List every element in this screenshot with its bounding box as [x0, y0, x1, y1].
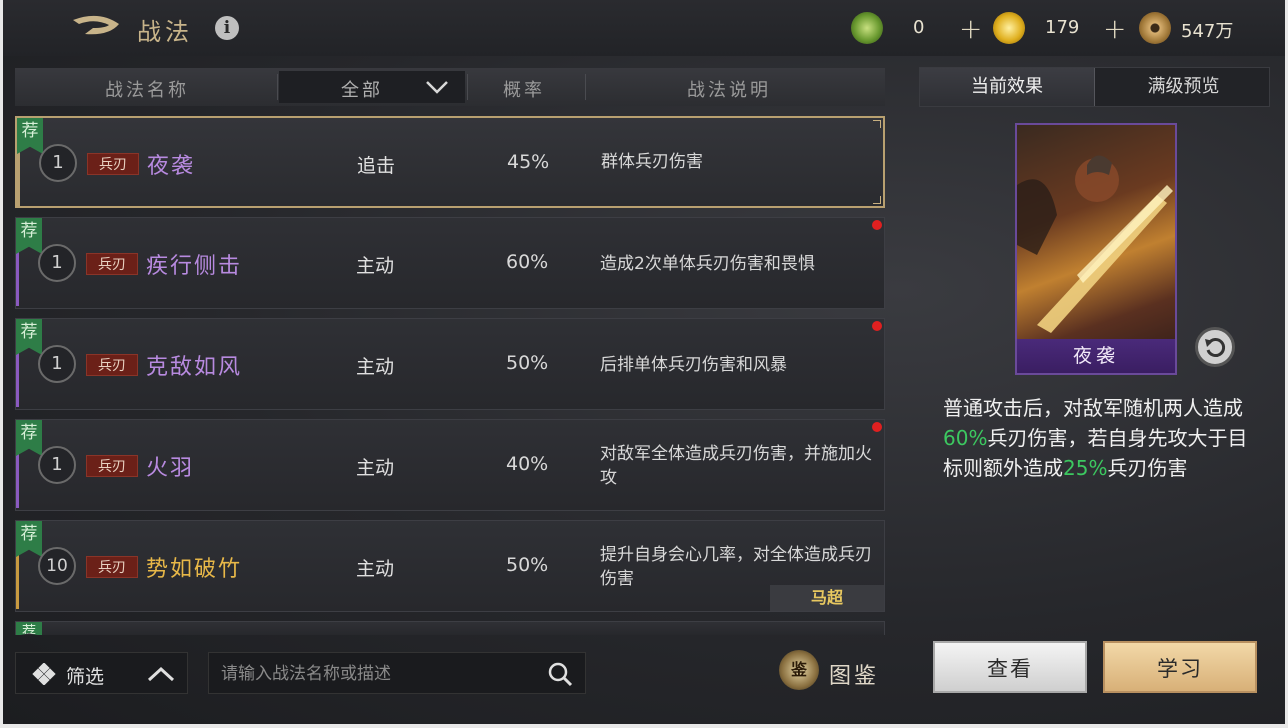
jade-resource: 0 + — [851, 12, 987, 45]
skill-row[interactable]: 荐 10 兵刃 势如破竹 主动 50% 提升自身会心几率，对全体造成兵刃伤害 马… — [15, 520, 885, 612]
filter-button[interactable]: 筛选 — [15, 652, 188, 694]
skill-rate: 50% — [506, 352, 549, 374]
search-box — [208, 652, 586, 694]
filter-label: 筛选 — [66, 666, 105, 688]
skill-desc: 群体兵刃伤害 — [601, 152, 703, 172]
effect-tabs: 当前效果 满级预览 — [919, 67, 1270, 107]
atlas-icon: 鉴 — [779, 650, 819, 690]
skill-card-name: 夜袭 — [1017, 339, 1175, 373]
skill-rate: 45% — [507, 151, 550, 173]
gold-value: 179 — [1045, 17, 1080, 38]
skill-type: 主动 — [356, 457, 395, 479]
recommend-badge: 荐 — [16, 319, 42, 355]
skill-tag: 兵刃 — [86, 354, 138, 376]
table-header: 战法名称 全部 概率 战法说明 — [15, 68, 885, 106]
skill-level: 1 — [38, 244, 76, 282]
skill-name: 疾行侧击 — [146, 254, 243, 279]
recommend-badge: 荐 — [16, 420, 42, 456]
chevron-down-icon — [426, 81, 448, 94]
page-title: 战法 — [137, 18, 193, 46]
skill-level: 1 — [38, 446, 76, 484]
skill-type: 主动 — [356, 558, 395, 580]
back-arrow-icon[interactable] — [69, 12, 125, 46]
skill-row[interactable]: 荐 1 兵刃 疾行侧击 主动 60% 造成2次单体兵刃伤害和畏惧 — [15, 217, 885, 309]
skill-type: 追击 — [357, 155, 396, 177]
skill-tag: 兵刃 — [86, 455, 138, 477]
effect-highlight: 60% — [943, 426, 988, 450]
learn-button[interactable]: 学习 — [1103, 641, 1257, 693]
recommend-badge: 荐 — [17, 118, 43, 154]
new-indicator-dot — [872, 422, 882, 432]
game-screen: 战法 i 0 + 179 + 547万 战法名称 全部 概率 战法说明 荐 1 … — [3, 0, 1285, 724]
skill-rate: 60% — [506, 251, 549, 273]
skill-rate: 40% — [506, 453, 549, 475]
col-name-header: 战法名称 — [105, 80, 189, 101]
recommend-badge: 荐 — [16, 218, 42, 254]
skill-card-art — [1017, 155, 1173, 333]
skill-desc: 提升自身会心几率，对全体造成兵刃伤害 — [600, 545, 872, 589]
new-indicator-dot — [872, 321, 882, 331]
refresh-button[interactable] — [1195, 327, 1235, 367]
col-rate-header: 概率 — [503, 80, 545, 101]
effect-highlight: 25% — [1063, 456, 1108, 480]
skill-name: 势如破竹 — [146, 557, 243, 582]
search-icon[interactable] — [547, 661, 573, 687]
skill-desc: 造成2次单体兵刃伤害和畏惧 — [600, 254, 815, 274]
refresh-icon — [1205, 338, 1226, 357]
copper-value: 547万 — [1181, 21, 1234, 42]
skill-type: 主动 — [356, 356, 395, 378]
skill-desc: 后排单体兵刃伤害和风暴 — [600, 355, 787, 375]
type-filter-dropdown[interactable]: 全部 — [279, 71, 465, 103]
copper-coin-icon — [1139, 12, 1171, 44]
filter-diamond-icon — [32, 663, 56, 685]
skill-rate: 50% — [506, 554, 549, 576]
gold-resource: 179 + — [993, 12, 1133, 45]
skill-card: 夜袭 — [1015, 123, 1177, 375]
new-indicator-dot — [872, 220, 882, 230]
effect-description: 普通攻击后，对敌军随机两人造成60%兵刃伤害，若自身先攻大于目标则额外造成25%… — [943, 393, 1265, 483]
tab-current-effect[interactable]: 当前效果 — [920, 68, 1095, 106]
chevron-up-icon — [147, 666, 175, 682]
skill-type: 主动 — [356, 255, 395, 277]
skill-name: 克敌如风 — [146, 355, 243, 380]
copper-resource: 547万 — [1139, 12, 1269, 44]
atlas-label: 图鉴 — [829, 664, 880, 689]
col-desc-header: 战法说明 — [687, 80, 771, 101]
skill-row[interactable]: 荐 1 兵刃 夜袭 追击 45% 群体兵刃伤害 — [15, 116, 885, 208]
search-input[interactable] — [221, 661, 531, 687]
effect-text: 普通攻击后，对敌军随机两人造成 — [943, 396, 1243, 420]
skill-desc: 对敌军全体造成兵刃伤害，并施加火攻 — [600, 444, 872, 488]
top-bar: 战法 i 0 + 179 + 547万 — [3, 0, 1285, 56]
skill-row-partial: 荐 — [15, 621, 885, 635]
info-icon[interactable]: i — [215, 16, 239, 40]
skill-tag: 兵刃 — [87, 153, 139, 175]
view-button[interactable]: 查看 — [933, 641, 1087, 693]
hero-owner-badge: 马超 — [770, 585, 884, 611]
skill-row[interactable]: 荐 1 兵刃 克敌如风 主动 50% 后排单体兵刃伤害和风暴 — [15, 318, 885, 410]
skill-tag: 兵刃 — [86, 556, 138, 578]
skill-level: 1 — [38, 345, 76, 383]
add-gold-button[interactable]: + — [1103, 12, 1126, 45]
skill-row[interactable]: 荐 1 兵刃 火羽 主动 40% 对敌军全体造成兵刃伤害，并施加火攻 — [15, 419, 885, 511]
type-filter-value: 全部 — [341, 80, 383, 101]
gold-icon — [993, 12, 1025, 44]
skill-name: 火羽 — [146, 456, 195, 481]
jade-icon — [851, 12, 883, 44]
skill-name: 夜袭 — [147, 154, 196, 179]
jade-value: 0 — [913, 17, 925, 38]
skill-tag: 兵刃 — [86, 253, 138, 275]
recommend-badge: 荐 — [16, 521, 42, 557]
skill-level: 1 — [39, 144, 77, 182]
add-jade-button[interactable]: + — [959, 12, 982, 45]
effect-text: 兵刃伤害 — [1107, 456, 1188, 480]
tab-max-preview[interactable]: 满级预览 — [1096, 68, 1271, 106]
recommend-badge: 荐 — [16, 622, 42, 635]
skill-level: 10 — [38, 547, 76, 585]
